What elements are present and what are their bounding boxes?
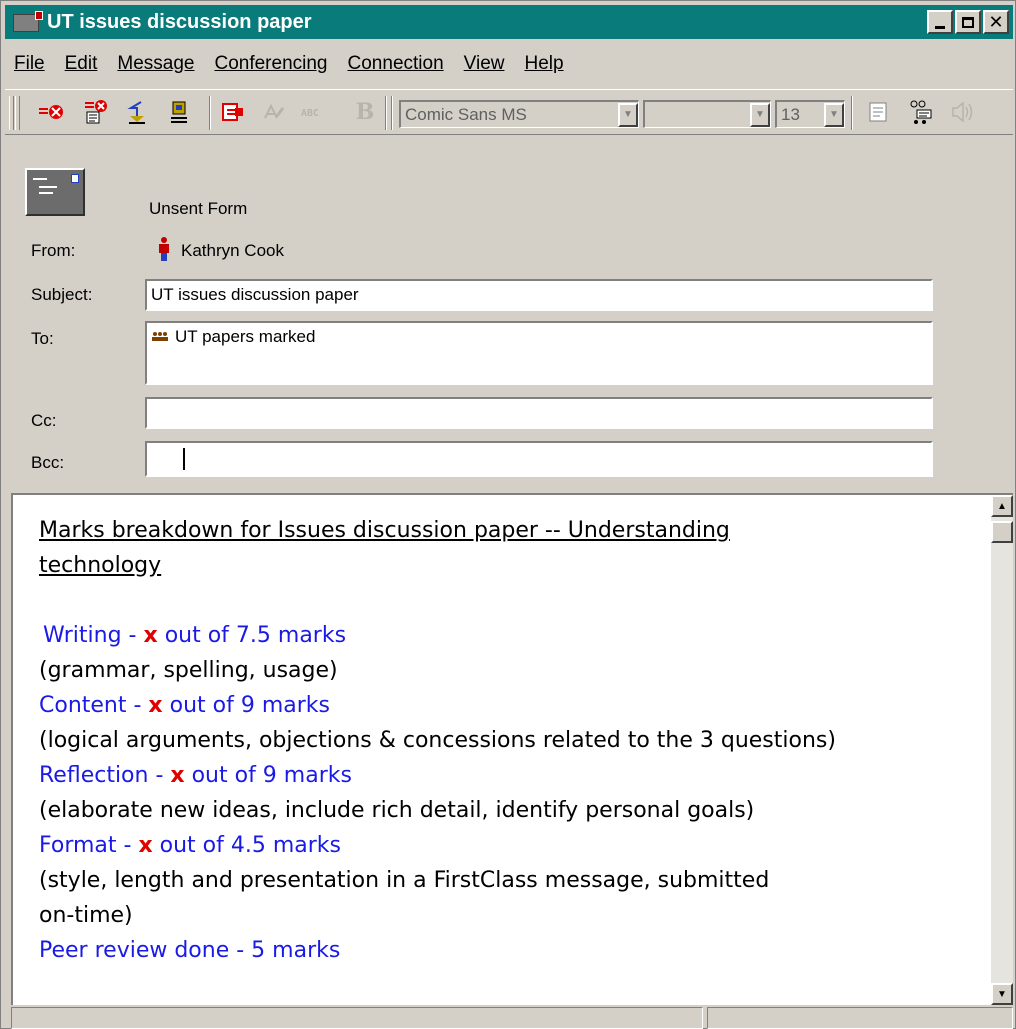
menu-bar: File Edit Message Conferencing Connectio… [5, 53, 574, 83]
chevron-down-icon: ▼ [997, 988, 1007, 1000]
font-name-select[interactable]: Comic Sans MS ▼ [399, 100, 639, 128]
maximize-button[interactable] [955, 10, 981, 34]
menu-connection[interactable]: Connection [338, 53, 454, 83]
close-button[interactable]: ✕ [983, 10, 1009, 34]
menu-view[interactable]: View [454, 53, 515, 83]
spell-check-icon[interactable] [261, 98, 289, 126]
send-later-icon[interactable] [83, 98, 111, 126]
mark-placeholder: x [143, 623, 158, 648]
menu-file[interactable]: File [5, 53, 55, 83]
properties-icon[interactable] [865, 98, 893, 126]
menu-conferencing[interactable]: Conferencing [204, 53, 337, 83]
subject-value: UT issues discussion paper [151, 285, 359, 304]
form-status: Unsent Form [149, 199, 248, 218]
criterion-format-desc: (style, length and presentation in a Fir… [39, 868, 770, 893]
mark-placeholder: x [138, 833, 153, 858]
chevron-up-icon: ▲ [997, 500, 1007, 512]
body-title-line1: Marks breakdown for Issues discussion pa… [39, 518, 730, 543]
bold-icon[interactable]: B [351, 98, 379, 126]
close-icon: ✕ [988, 12, 1004, 32]
criterion-format: Format - x out of 4.5 marks [39, 833, 342, 858]
user-icon [159, 237, 169, 261]
address-book-icon[interactable] [907, 98, 935, 126]
from-label: From: [31, 241, 76, 260]
maximize-icon [962, 16, 974, 28]
title-bar[interactable]: UT issues discussion paper ✕ [5, 5, 1013, 39]
group-icon [151, 324, 169, 352]
criterion-content-desc: (logical arguments, objections & concess… [39, 728, 836, 753]
mark-placeholder: x [148, 693, 163, 718]
toolbar: ABC B Comic Sans MS ▼ ▼ 13 ▼ [5, 89, 1013, 135]
to-label: To: [31, 329, 54, 348]
format-icon[interactable]: ABC [301, 98, 329, 126]
status-pane-left [11, 1007, 703, 1029]
svg-text:ABC: ABC [301, 108, 319, 119]
subject-label: Subject: [31, 285, 93, 304]
from-value: Kathryn Cook [181, 241, 284, 260]
message-window: UT issues discussion paper ✕ File Edit M… [0, 0, 1016, 1029]
font-name-value: Comic Sans MS [405, 104, 527, 124]
criterion-reflection: Reflection - x out of 9 marks [39, 763, 352, 788]
mark-placeholder: x [170, 763, 185, 788]
minimize-button[interactable] [927, 10, 953, 34]
minimize-icon [935, 25, 945, 29]
to-value: UT papers marked [175, 327, 316, 346]
message-body[interactable]: Marks breakdown for Issues discussion pa… [11, 493, 1013, 1005]
bcc-label: Bcc: [31, 453, 65, 472]
toolbar-grip[interactable] [15, 96, 20, 130]
criterion-reflection-desc: (elaborate new ideas, include rich detai… [39, 798, 755, 823]
toolbar-separator [391, 96, 393, 130]
cc-label: Cc: [31, 411, 57, 430]
forward-icon[interactable] [165, 98, 193, 126]
toolbar-grip[interactable] [9, 96, 14, 130]
menu-help[interactable]: Help [514, 53, 573, 83]
criterion-content: Content - x out of 9 marks [39, 693, 330, 718]
subject-field[interactable]: UT issues discussion paper [145, 279, 933, 311]
toolbar-separator [851, 96, 853, 130]
window-title: UT issues discussion paper [47, 10, 312, 33]
peer-review-line: Peer review done - 5 marks [39, 938, 341, 963]
bcc-field[interactable] [145, 441, 933, 477]
message-icon [13, 11, 43, 33]
speaker-icon[interactable] [947, 98, 975, 126]
criterion-writing: Writing - x out of 7.5 marks [43, 623, 347, 648]
attach-icon[interactable] [219, 98, 247, 126]
vertical-scrollbar[interactable]: ▲ ▼ [991, 495, 1013, 1005]
criterion-writing-desc: (grammar, spelling, usage) [39, 658, 338, 683]
send-icon[interactable] [39, 98, 67, 126]
to-field[interactable]: UT papers marked [145, 321, 933, 385]
message-form-icon [25, 168, 85, 216]
font-style-select[interactable]: ▼ [643, 100, 771, 128]
cc-field[interactable] [145, 397, 933, 429]
status-pane-right [707, 1007, 1013, 1029]
criterion-format-desc: on-time) [39, 903, 133, 928]
scroll-down-button[interactable]: ▼ [991, 983, 1013, 1005]
scrollbar-thumb[interactable] [991, 521, 1013, 543]
font-size-value: 13 [781, 104, 800, 124]
menu-edit[interactable]: Edit [55, 53, 108, 83]
reply-icon[interactable] [123, 98, 151, 126]
chevron-down-icon[interactable]: ▼ [824, 102, 844, 127]
text-cursor [183, 447, 185, 470]
font-size-select[interactable]: 13 ▼ [775, 100, 845, 128]
chevron-down-icon[interactable]: ▼ [750, 102, 770, 127]
toolbar-separator [385, 96, 387, 130]
chevron-down-icon[interactable]: ▼ [618, 102, 638, 127]
menu-message[interactable]: Message [107, 53, 204, 83]
body-title-line2: technology [39, 553, 162, 578]
toolbar-separator [209, 96, 211, 130]
scroll-up-button[interactable]: ▲ [991, 495, 1013, 517]
